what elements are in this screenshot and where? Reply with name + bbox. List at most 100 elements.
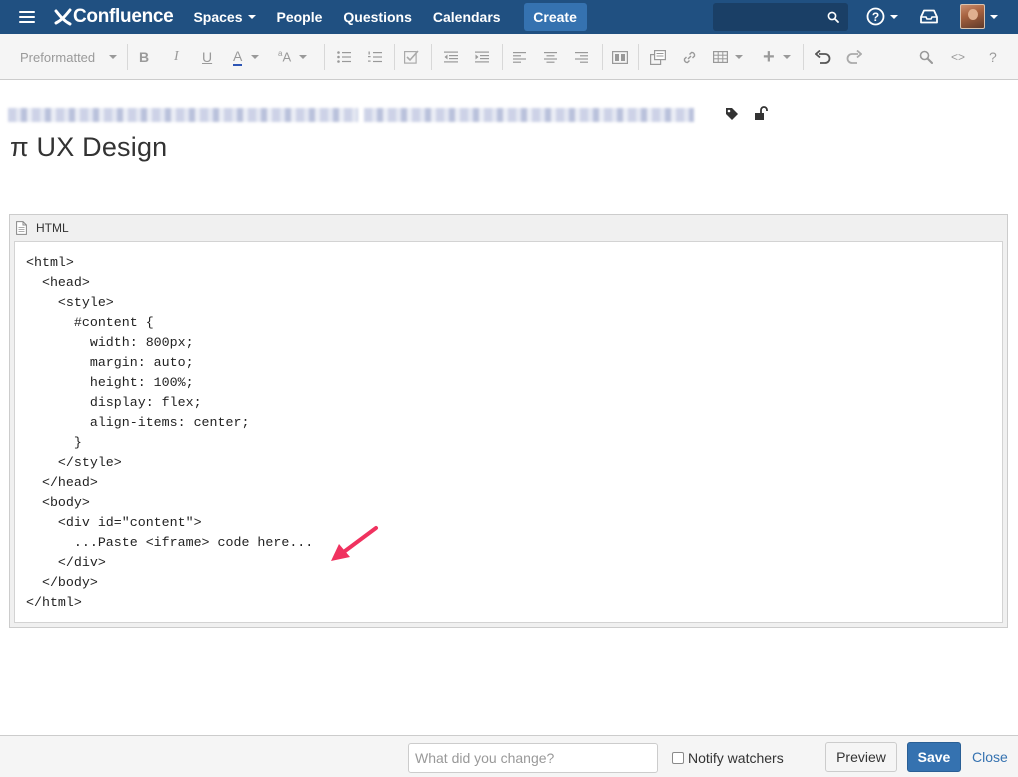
toolbar-divider — [502, 44, 503, 70]
breadcrumb-redacted-1 — [8, 108, 358, 122]
code-body[interactable]: <html> <head> <style> #content { width: … — [14, 241, 1003, 623]
user-menu[interactable] — [960, 4, 998, 29]
nav-calendars-label: Calendars — [432, 9, 501, 25]
page-layout-button[interactable] — [612, 34, 628, 80]
bullet-list-button[interactable] — [337, 34, 351, 80]
text-color-icon: A — [233, 47, 243, 66]
bold-button[interactable]: B — [139, 34, 149, 80]
paragraph-style-label: Preformatted — [20, 49, 96, 65]
search-icon — [827, 11, 839, 23]
help-menu[interactable]: ? — [866, 7, 898, 26]
code-line: </html> — [26, 595, 82, 610]
editor-footer: Notify watchers Preview Save Close — [0, 735, 1018, 777]
underline-icon: U — [202, 49, 213, 65]
text-format-button[interactable]: aA — [278, 34, 308, 80]
code-line: margin: auto; — [26, 355, 194, 370]
code-line: <html> — [26, 255, 74, 270]
code-line: ...Paste <iframe> code here... — [26, 535, 314, 550]
notify-watchers-label: Notify watchers — [688, 750, 784, 766]
insert-more-button[interactable]: + — [763, 34, 791, 80]
checkbox[interactable] — [672, 752, 684, 764]
confluence-logo-icon — [54, 8, 72, 26]
chevron-down-icon — [782, 55, 791, 59]
avatar — [960, 4, 985, 29]
inbox-button[interactable] — [920, 9, 938, 29]
code-line: width: 800px; — [26, 335, 194, 350]
task-list-button[interactable] — [404, 34, 420, 80]
labels-button[interactable] — [725, 107, 739, 126]
paragraph-style-dropdown[interactable]: Preformatted — [20, 34, 118, 80]
toolbar-divider — [394, 44, 395, 70]
indent-button[interactable] — [475, 34, 489, 80]
menu-icon[interactable] — [19, 11, 35, 23]
breadcrumb — [8, 108, 694, 122]
align-center-icon — [544, 51, 557, 63]
chevron-down-icon — [890, 14, 898, 19]
code-line: <div id="content"> — [26, 515, 202, 530]
code-line: <body> — [26, 495, 90, 510]
align-right-icon — [575, 51, 588, 63]
underline-button[interactable]: U — [202, 34, 212, 80]
chevron-down-icon — [299, 55, 308, 59]
redo-button[interactable] — [846, 34, 862, 80]
italic-icon: I — [174, 49, 179, 64]
task-list-icon — [404, 50, 419, 64]
close-button-label: Close — [972, 749, 1008, 765]
code-line: height: 100%; — [26, 375, 194, 390]
unlock-icon — [755, 106, 768, 120]
bold-icon: B — [139, 49, 150, 65]
text-color-button[interactable]: A — [233, 34, 260, 80]
chevron-down-icon — [735, 55, 743, 59]
nav-questions[interactable]: Questions — [343, 9, 411, 25]
chevron-down-icon — [247, 15, 256, 19]
nav-people-label: People — [276, 9, 323, 25]
align-center-button[interactable] — [544, 34, 557, 80]
chevron-down-icon — [109, 55, 118, 59]
table-button[interactable] — [713, 34, 743, 80]
nav-spaces[interactable]: Spaces — [193, 9, 256, 25]
save-button[interactable]: Save — [907, 742, 961, 772]
help-icon: ? — [989, 49, 997, 65]
nav-people[interactable]: People — [277, 9, 323, 25]
editor-help-button[interactable]: ? — [989, 34, 997, 80]
link-button[interactable] — [682, 34, 697, 80]
toolbar-divider — [803, 44, 804, 70]
svg-text:?: ? — [872, 10, 879, 24]
align-right-button[interactable] — [575, 34, 588, 80]
search-input[interactable] — [713, 3, 848, 31]
restrictions-button[interactable] — [754, 106, 768, 126]
source-editor-icon: <> — [951, 50, 966, 64]
page-title[interactable]: π UX Design — [10, 132, 167, 163]
page-layout-icon — [612, 50, 628, 64]
numbered-list-button[interactable] — [368, 34, 382, 80]
macro-name: HTML — [36, 221, 69, 235]
code-line: </style> — [26, 455, 122, 470]
tag-icon — [726, 108, 738, 120]
editor-toolbar: Preformatted B I U A aA + <> ? — [0, 34, 1018, 80]
close-button[interactable]: Close — [972, 749, 1008, 765]
html-macro[interactable]: HTML <html> <head> <style> #content { wi… — [9, 214, 1008, 628]
align-left-icon — [513, 51, 526, 63]
text-format-icon: aA — [278, 49, 292, 65]
find-replace-button[interactable] — [919, 34, 933, 80]
find-replace-icon — [919, 50, 933, 64]
change-comment-input[interactable] — [408, 743, 658, 773]
insert-file-button[interactable] — [650, 34, 666, 80]
create-button[interactable]: Create — [523, 3, 587, 31]
source-editor-button[interactable]: <> — [951, 34, 965, 80]
logo-text: Confluence — [73, 6, 174, 27]
nav-calendars[interactable]: Calendars — [433, 9, 501, 25]
code-line: </div> — [26, 555, 106, 570]
insert-more-icon: + — [763, 45, 775, 68]
notify-watchers-checkbox[interactable]: Notify watchers — [672, 750, 784, 766]
italic-button[interactable]: I — [174, 34, 179, 80]
outdent-button[interactable] — [444, 34, 458, 80]
preview-button[interactable]: Preview — [825, 742, 897, 772]
nav-questions-label: Questions — [343, 9, 412, 25]
code-line: display: flex; — [26, 395, 202, 410]
undo-button[interactable] — [815, 34, 831, 80]
confluence-logo[interactable]: Confluence — [54, 6, 174, 28]
insert-file-icon — [650, 49, 666, 65]
table-icon — [713, 51, 728, 63]
align-left-button[interactable] — [513, 34, 526, 80]
